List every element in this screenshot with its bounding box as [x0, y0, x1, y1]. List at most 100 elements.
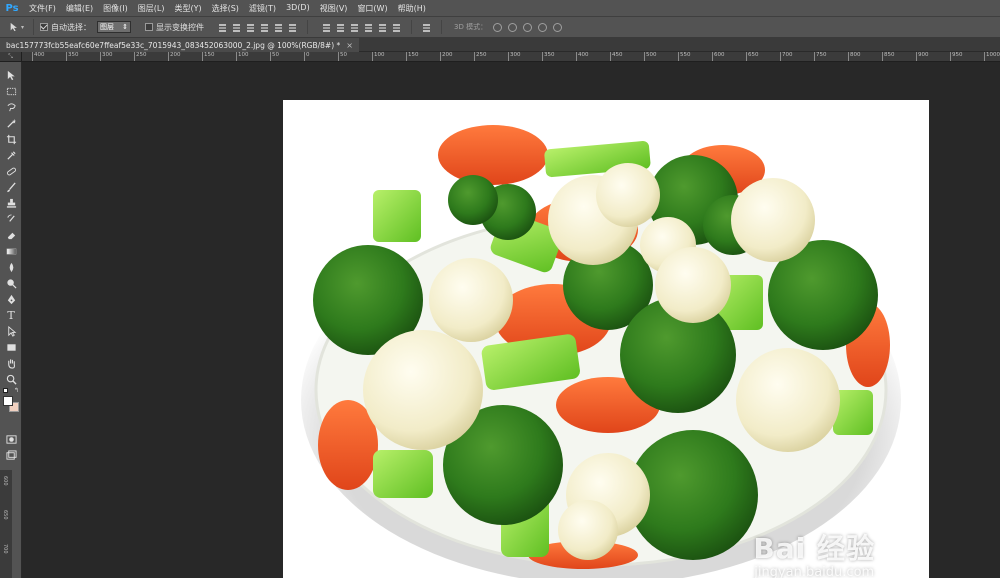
marquee-tool[interactable] — [4, 84, 18, 98]
menu-item[interactable]: 编辑(E) — [61, 3, 98, 14]
distribute-left-icon[interactable] — [364, 23, 373, 32]
quick-mask-button[interactable] — [4, 432, 18, 446]
canvas-workspace[interactable]: Bai 经验 jingyan.baidu.com — [22, 62, 1000, 578]
brush-tool[interactable] — [4, 180, 18, 194]
close-icon[interactable]: × — [346, 41, 353, 50]
menu-items: 文件(F) 编辑(E) 图像(I) 图层(L) 类型(Y) 选择(S) 滤镜(T) 3D(D)… — [24, 3, 431, 14]
eraser-icon — [7, 232, 15, 239]
ruler-tick-label: 300 — [508, 52, 521, 61]
history-brush-tool[interactable] — [4, 212, 18, 226]
foreground-color-swatch[interactable] — [3, 396, 13, 406]
healing-brush-tool[interactable] — [4, 164, 18, 178]
ruler-tick-label: 300 — [100, 52, 113, 61]
move-icon — [7, 70, 15, 80]
lasso-icon — [7, 102, 16, 111]
clone-stamp-tool[interactable] — [4, 196, 18, 210]
crop-tool[interactable] — [4, 132, 18, 146]
menu-item[interactable]: 文件(F) — [24, 3, 61, 14]
eyedropper-icon — [6, 150, 16, 160]
gradient-tool[interactable] — [4, 244, 18, 258]
dropdown-arrow-icon: ⇕ — [122, 23, 128, 31]
menu-item[interactable]: 窗口(W) — [352, 3, 392, 14]
auto-align-icon[interactable] — [422, 23, 431, 32]
shape-tool[interactable] — [4, 340, 18, 354]
3d-pan-icon[interactable] — [523, 22, 533, 32]
distribute-top-icon[interactable] — [322, 23, 331, 32]
align-top-icon[interactable] — [218, 23, 227, 32]
3d-rotate-icon[interactable] — [493, 22, 503, 32]
brush-icon — [6, 181, 16, 192]
3d-slide-icon[interactable] — [538, 22, 548, 32]
menu-item[interactable]: 图层(L) — [133, 3, 170, 14]
document-tab-bar: bac157773fcb55eafc60e7ffeaf5e33c_7015943… — [0, 38, 1000, 52]
ruler-tick-label: 550 — [678, 52, 691, 61]
ruler-tick-label: 450 — [610, 52, 623, 61]
type-tool[interactable]: T — [4, 308, 18, 322]
baidu-watermark: Bai 经验 jingyan.baidu.com — [753, 527, 875, 578]
document-tab[interactable]: bac157773fcb55eafc60e7ffeaf5e33c_7015943… — [0, 38, 359, 52]
menu-item[interactable]: 类型(Y) — [169, 3, 206, 14]
3d-roll-icon[interactable] — [508, 22, 518, 32]
dodge-tool[interactable] — [4, 276, 18, 290]
distribute-buttons — [322, 23, 401, 32]
ruler-tick-label: 150 — [202, 52, 215, 61]
ruler-tick-label: 900 — [916, 52, 929, 61]
align-bottom-icon[interactable] — [246, 23, 255, 32]
screen-mode-button[interactable] — [4, 448, 18, 462]
ruler-tick-label: 200 — [440, 52, 453, 61]
align-vertical-center-icon[interactable] — [232, 23, 241, 32]
history-brush-icon — [6, 213, 15, 222]
eraser-tool[interactable] — [4, 228, 18, 242]
zoom-tool[interactable] — [4, 372, 18, 386]
move-tool[interactable] — [4, 68, 18, 82]
eyedropper-tool[interactable] — [4, 148, 18, 162]
3d-scale-icon[interactable] — [553, 22, 563, 32]
align-left-icon[interactable] — [260, 23, 269, 32]
menu-item[interactable]: 图像(I) — [98, 3, 133, 14]
path-selection-tool[interactable] — [4, 324, 18, 338]
rectangle-shape-icon — [6, 343, 16, 351]
ruler-tick-label: 1000 — [984, 52, 1000, 61]
distribute-bottom-icon[interactable] — [350, 23, 359, 32]
menu-item[interactable]: 视图(V) — [315, 3, 353, 14]
horizontal-ruler[interactable]: 400 350 300 250 200 150 100 50 0 50 100 150 200 250 30… — [22, 52, 1000, 62]
menu-item[interactable]: 3D(D) — [281, 3, 315, 14]
vegetable-bowl-image — [301, 125, 901, 578]
hand-tool[interactable] — [4, 356, 18, 370]
blur-tool[interactable] — [4, 260, 18, 274]
ruler-tick-label: 350 — [66, 52, 79, 61]
magnifier-icon — [6, 374, 17, 385]
vertical-ruler[interactable]: 600 650 700 — [0, 470, 12, 578]
ruler-tick-label: 150 — [406, 52, 419, 61]
distribute-right-icon[interactable] — [392, 23, 401, 32]
menu-item[interactable]: 滤镜(T) — [244, 3, 281, 14]
ruler-tick-label: 50 — [338, 52, 347, 61]
menu-item[interactable]: 帮助(H) — [393, 3, 431, 14]
distribute-vertical-center-icon[interactable] — [336, 23, 345, 32]
default-colors-icon[interactable] — [3, 388, 8, 393]
pen-tool[interactable] — [4, 292, 18, 306]
document-canvas[interactable]: Bai 经验 jingyan.baidu.com — [283, 100, 929, 578]
stamp-icon — [6, 198, 16, 208]
watermark-url: jingyan.baidu.com — [754, 565, 875, 578]
ruler-origin[interactable]: ⤡ — [0, 52, 22, 62]
vertical-ruler-tick-label: 600 — [2, 476, 8, 486]
distribute-horizontal-center-icon[interactable] — [378, 23, 387, 32]
align-horizontal-center-icon[interactable] — [274, 23, 283, 32]
ruler-tick-label: 800 — [848, 52, 861, 61]
auto-select-dropdown[interactable]: 图层 ⇕ — [97, 21, 131, 33]
swap-colors-icon[interactable]: ↰ — [14, 387, 19, 394]
bandage-icon — [6, 167, 16, 175]
move-tool-preset-picker[interactable]: ▾ — [0, 19, 34, 35]
show-transform-checkbox[interactable] — [145, 23, 153, 31]
document-tab-title: bac157773fcb55eafc60e7ffeaf5e33c_7015943… — [6, 40, 341, 50]
menu-item[interactable]: 选择(S) — [207, 3, 244, 14]
ruler-tick-label: 350 — [542, 52, 555, 61]
align-right-icon[interactable] — [288, 23, 297, 32]
screen-mode-icon — [5, 449, 17, 460]
lasso-tool[interactable] — [4, 100, 18, 114]
auto-select-checkbox[interactable] — [40, 23, 48, 31]
align-buttons — [218, 23, 297, 32]
quick-select-tool[interactable] — [4, 116, 18, 130]
divider — [307, 20, 308, 34]
